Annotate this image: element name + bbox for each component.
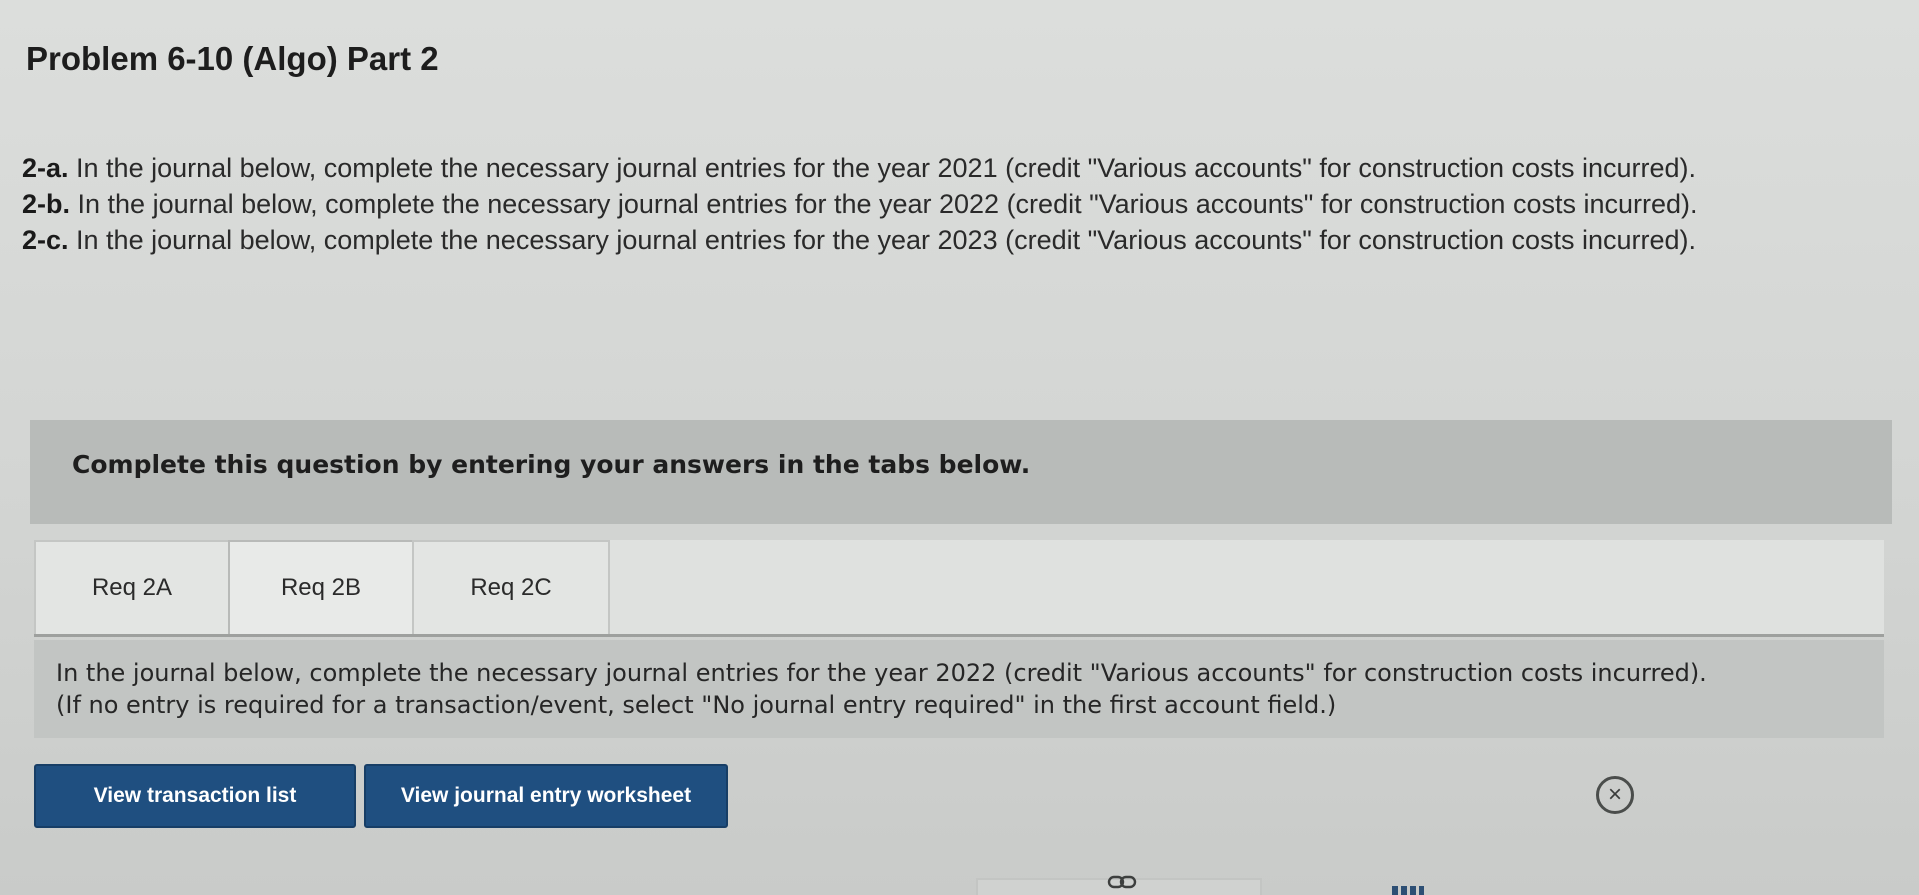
banner-text: Complete this question by entering your … xyxy=(72,450,1031,479)
instruction-2b-label: 2-b. xyxy=(22,189,71,219)
question-banner: Complete this question by entering your … xyxy=(30,420,1892,524)
instruction-2b-text: In the journal below, complete the neces… xyxy=(70,189,1698,219)
link-icon-svg xyxy=(1107,875,1137,889)
instruction-2c-text: In the journal below, complete the neces… xyxy=(68,225,1697,255)
menu-dots-icon[interactable] xyxy=(1392,886,1424,895)
instruction-2a-text: In the journal below, complete the neces… xyxy=(68,153,1697,183)
tab-bar: Req 2A Req 2B Req 2C xyxy=(34,540,1884,636)
view-journal-entry-worksheet-button[interactable]: View journal entry worksheet xyxy=(364,764,728,828)
instruction-2b: 2-b. In the journal below, complete the … xyxy=(22,186,1892,222)
instruction-2a: 2-a. In the journal below, complete the … xyxy=(22,150,1892,186)
instructions: 2-a. In the journal below, complete the … xyxy=(22,150,1892,258)
instruction-2c: 2-c. In the journal below, complete the … xyxy=(22,222,1892,258)
tab-divider xyxy=(34,634,1884,637)
instruction-2a-label: 2-a. xyxy=(22,153,69,183)
tab-content-instructions: In the journal below, complete the neces… xyxy=(34,640,1884,738)
tab-req-2c[interactable]: Req 2C xyxy=(412,540,610,636)
instruction-2c-label: 2-c. xyxy=(22,225,69,255)
tab-content-line-1: In the journal below, complete the neces… xyxy=(56,659,1707,687)
tab-content-line-2: (If no entry is required for a transacti… xyxy=(56,691,1337,719)
close-icon[interactable]: × xyxy=(1596,776,1634,814)
page-title: Problem 6-10 (Algo) Part 2 xyxy=(26,40,439,77)
tab-req-2a[interactable]: Req 2A xyxy=(34,540,230,636)
view-transaction-list-button[interactable]: View transaction list xyxy=(34,764,356,828)
tab-req-2b[interactable]: Req 2B xyxy=(228,540,414,636)
link-icon[interactable] xyxy=(1104,872,1140,892)
